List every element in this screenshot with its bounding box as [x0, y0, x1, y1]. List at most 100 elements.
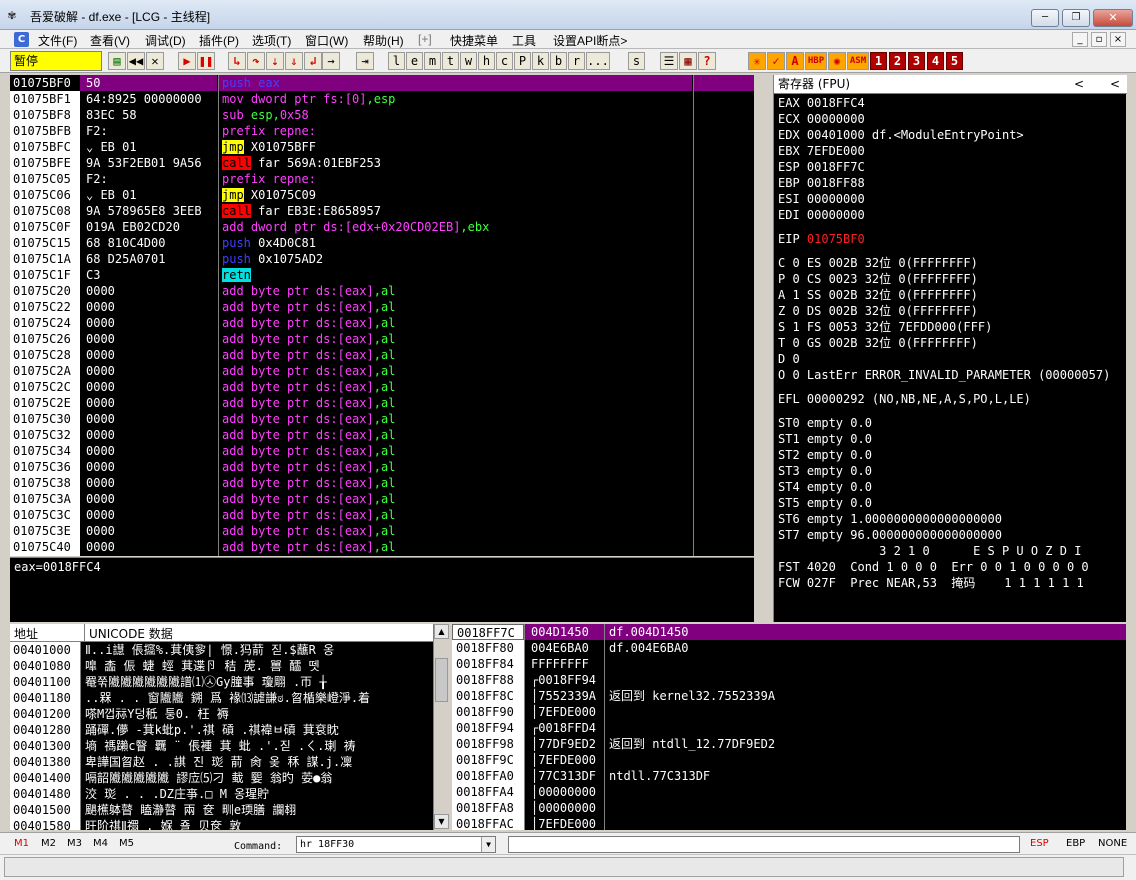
dump-scrollbar[interactable]: ▲ ▼ — [433, 624, 449, 830]
plugin-ab-icon[interactable]: A — [786, 52, 804, 70]
disasm-address[interactable]: 01075C2E — [10, 395, 80, 411]
mark-m1[interactable]: M1 — [14, 838, 29, 849]
breakpoints-window-button[interactable]: b — [550, 52, 567, 70]
disasm-instruction[interactable]: jmp X01075BFF — [219, 139, 692, 155]
registers-next-icon[interactable]: < — [1110, 75, 1120, 93]
disasm-address[interactable]: 01075C3A — [10, 491, 80, 507]
info-pane[interactable]: eax=0018FFC4 — [10, 557, 754, 622]
disasm-address[interactable]: 01075C06 — [10, 187, 80, 203]
menu-plugins[interactable]: 插件(P) — [199, 32, 239, 49]
disasm-instruction[interactable]: sub esp,0x58 — [219, 107, 692, 123]
dump-pane[interactable]: 00401000 00401080 00401100 00401180 00401200… — [10, 642, 433, 830]
handles-window-button[interactable]: h — [478, 52, 495, 70]
disasm-address[interactable]: 01075C1A — [10, 251, 80, 267]
disasm-instruction[interactable]: jmp X01075C09 — [219, 187, 692, 203]
menu-shortcut[interactable]: 快捷菜单 — [450, 32, 498, 49]
log-window-button[interactable]: l — [388, 52, 405, 70]
menu-help[interactable]: 帮助(H) — [363, 32, 404, 49]
restore-button[interactable]: ❐ — [1062, 9, 1090, 27]
help-icon[interactable]: ? — [698, 52, 716, 70]
disasm-address[interactable]: 01075C28 — [10, 347, 80, 363]
disasm-instruction[interactable]: call far 569A:01EBF253 — [219, 155, 692, 171]
close-button[interactable]: ✕ — [1093, 9, 1133, 27]
options-icon[interactable]: ▦ — [679, 52, 697, 70]
modules-window-button[interactable]: e — [406, 52, 423, 70]
disasm-instruction[interactable]: add byte ptr ds:[eax],al — [219, 539, 692, 555]
restart-icon[interactable]: ◀◀ — [127, 52, 145, 70]
disasm-instruction[interactable]: push 0x1075AD2 — [219, 251, 692, 267]
menu-tools[interactable]: 工具 — [512, 32, 536, 49]
disasm-instruction[interactable]: mov dword ptr fs:[0],esp — [219, 91, 692, 107]
none-selector[interactable]: NONE — [1098, 838, 1127, 849]
disasm-instruction[interactable]: add byte ptr ds:[eax],al — [219, 475, 692, 491]
disasm-address[interactable]: 01075C26 — [10, 331, 80, 347]
number-4-button[interactable]: 4 — [927, 52, 944, 70]
disasm-instruction[interactable]: add byte ptr ds:[eax],al — [219, 315, 692, 331]
disasm-instruction[interactable]: add byte ptr ds:[eax],al — [219, 459, 692, 475]
pause-icon[interactable]: ❚❚ — [197, 52, 215, 70]
disasm-instruction[interactable]: add byte ptr ds:[eax],al — [219, 523, 692, 539]
disasm-address[interactable]: 01075BFC — [10, 139, 80, 155]
menu-view[interactable]: 查看(V) — [90, 32, 130, 49]
source-window-button[interactable]: s — [628, 52, 645, 70]
disasm-address[interactable]: 01075C1F — [10, 267, 80, 283]
disasm-address[interactable]: 01075C3E — [10, 523, 80, 539]
disasm-address[interactable]: 01075C32 — [10, 427, 80, 443]
disasm-instruction[interactable]: push 0x4D0C81 — [219, 235, 692, 251]
disassembly-pane[interactable]: 01075BF0 01075BF1 01075BF8 01075BFB 01075BFC… — [10, 75, 754, 556]
disasm-address[interactable]: 01075C30 — [10, 411, 80, 427]
run-trace-window-button[interactable]: ... — [586, 52, 610, 70]
disasm-address[interactable]: 01075C24 — [10, 315, 80, 331]
disasm-address[interactable]: 01075C3C — [10, 507, 80, 523]
mark-m2[interactable]: M2 — [41, 838, 56, 849]
registers-pane[interactable]: 寄存器 (FPU) < < EAX 0018FFC4 ECX 00000000 ED… — [773, 75, 1127, 622]
disasm-instruction[interactable]: add byte ptr ds:[eax],al — [219, 507, 692, 523]
dump-data-header[interactable]: UNICODE 数据 — [84, 624, 173, 642]
threads-window-button[interactable]: t — [442, 52, 459, 70]
registers-header[interactable]: 寄存器 (FPU) < < — [774, 75, 1127, 94]
disasm-instruction[interactable]: prefix repne: — [219, 123, 692, 139]
disasm-instruction[interactable]: add byte ptr ds:[eax],al — [219, 427, 692, 443]
step-into-icon[interactable]: ↳ — [228, 52, 246, 70]
disasm-address[interactable]: 01075C38 — [10, 475, 80, 491]
disasm-address[interactable]: 01075BFE — [10, 155, 80, 171]
disasm-address[interactable]: 01075C2A — [10, 363, 80, 379]
run-icon[interactable]: ▶ — [178, 52, 196, 70]
menu-window[interactable]: 窗口(W) — [305, 32, 348, 49]
app-c-icon[interactable]: C — [14, 32, 29, 47]
disasm-address[interactable]: 01075C40 — [10, 539, 80, 555]
eip-value[interactable]: 01075BF0 — [807, 232, 865, 246]
disasm-instruction[interactable]: add byte ptr ds:[eax],al — [219, 411, 692, 427]
goto-icon[interactable]: → — [322, 52, 340, 70]
ebp-selector[interactable]: EBP — [1066, 838, 1085, 849]
plugin-star-icon[interactable]: ✳ — [748, 52, 766, 70]
pane-splitter[interactable] — [763, 75, 773, 622]
scroll-up-icon[interactable]: ▲ — [434, 624, 449, 639]
disasm-instruction[interactable]: add byte ptr ds:[eax],al — [219, 283, 692, 299]
plugin-check-icon[interactable]: ✓ — [767, 52, 785, 70]
number-3-button[interactable]: 3 — [908, 52, 925, 70]
menu-api-breakpoint[interactable]: 设置API断点> — [553, 32, 627, 49]
menu-file[interactable]: 文件(F) — [38, 32, 77, 49]
list-icon[interactable]: ☰ — [660, 52, 678, 70]
menu-options[interactable]: 选项(T) — [252, 32, 291, 49]
disasm-address[interactable]: 01075C15 — [10, 235, 80, 251]
cpu-window-button[interactable]: c — [496, 52, 513, 70]
scroll-thumb[interactable] — [435, 658, 448, 702]
disasm-instruction[interactable]: add byte ptr ds:[eax],al — [219, 491, 692, 507]
number-1-button[interactable]: 1 — [870, 52, 887, 70]
esp-selector[interactable]: ESP — [1030, 838, 1049, 849]
chevron-down-icon[interactable]: ▼ — [481, 837, 495, 852]
mark-m5[interactable]: M5 — [119, 838, 134, 849]
disasm-address[interactable]: 01075BF8 — [10, 107, 80, 123]
menu-debug[interactable]: 调试(D) — [145, 32, 186, 49]
go-to-origin-icon[interactable]: ⇥ — [356, 52, 374, 70]
stack-pane[interactable]: 0018FF7C 0018FF80 0018FF84 0018FF88 0018FF8C… — [452, 624, 1126, 830]
registers-prev-icon[interactable]: < — [1074, 75, 1084, 93]
disasm-instruction[interactable]: push eax — [219, 75, 692, 91]
disasm-address[interactable]: 01075C2C — [10, 379, 80, 395]
open-icon[interactable]: ▤ — [108, 52, 126, 70]
windows-window-button[interactable]: w — [460, 52, 477, 70]
execute-till-return-icon[interactable]: ↲ — [304, 52, 322, 70]
disasm-address[interactable]: 01075C05 — [10, 171, 80, 187]
